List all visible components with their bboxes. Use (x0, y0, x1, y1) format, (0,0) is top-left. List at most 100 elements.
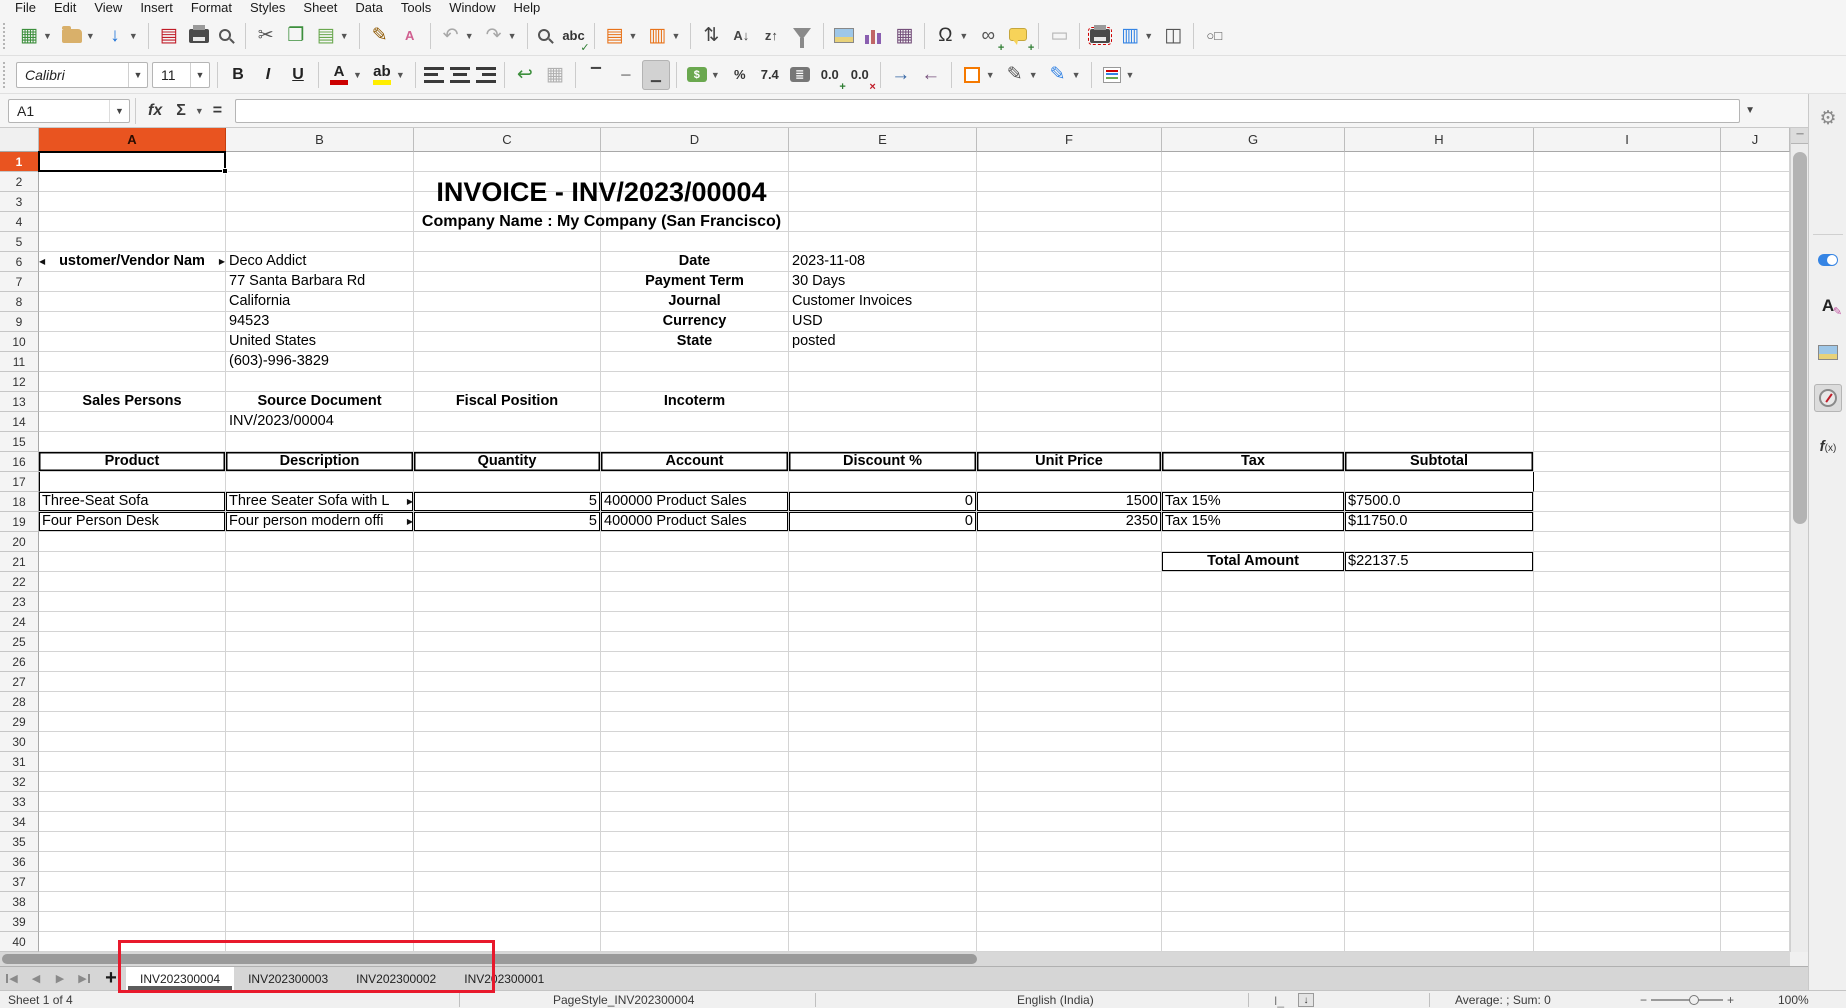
cell-I35[interactable] (1534, 832, 1721, 852)
cell-A30[interactable] (39, 732, 226, 752)
zoom-in-button[interactable]: + (1727, 993, 1734, 1007)
cell-J22[interactable] (1721, 572, 1790, 592)
cell-H37[interactable] (1345, 872, 1534, 892)
cell-B32[interactable] (226, 772, 414, 792)
cell-B1[interactable] (226, 152, 414, 172)
cell-E37[interactable] (789, 872, 977, 892)
cell-A13[interactable]: Sales Persons (39, 392, 226, 412)
cell-H8[interactable] (1345, 292, 1534, 312)
print-button[interactable] (185, 21, 213, 51)
cell-H25[interactable] (1345, 632, 1534, 652)
cell-F38[interactable] (977, 892, 1162, 912)
cell-G34[interactable] (1162, 812, 1345, 832)
insert-rows-dropdown[interactable]: ▼ (627, 31, 640, 41)
row-header-35[interactable]: 35 (0, 832, 39, 852)
expand-formula-bar[interactable]: ▼ (1745, 105, 1755, 116)
cell-E25[interactable] (789, 632, 977, 652)
row-header-31[interactable]: 31 (0, 752, 39, 772)
cell-H4[interactable] (1345, 212, 1534, 232)
cell-H32[interactable] (1345, 772, 1534, 792)
cell-I9[interactable] (1534, 312, 1721, 332)
cell-C20[interactable] (414, 532, 601, 552)
insert-rows-button[interactable]: ▤▼ (601, 21, 642, 51)
cell-D2[interactable] (601, 172, 789, 192)
row-header-11[interactable]: 11 (0, 352, 39, 372)
cell-I17[interactable] (1534, 472, 1721, 492)
cut-button[interactable]: ✂ (252, 21, 280, 51)
cell-G20[interactable] (1162, 532, 1345, 552)
row-header-36[interactable]: 36 (0, 852, 39, 872)
row-header-6[interactable]: 6 (0, 252, 39, 272)
sheet-tab-INV202300001[interactable]: INV202300001 (450, 967, 558, 990)
document-modified-icon[interactable]: ↓ (1298, 993, 1314, 1007)
cell-H33[interactable] (1345, 792, 1534, 812)
cell-C23[interactable] (414, 592, 601, 612)
cell-B31[interactable] (226, 752, 414, 772)
cell-C10[interactable] (414, 332, 601, 352)
cell-B4[interactable] (226, 212, 414, 232)
cell-F4[interactable] (977, 212, 1162, 232)
cell-B37[interactable] (226, 872, 414, 892)
cell-G5[interactable] (1162, 232, 1345, 252)
cell-E4[interactable] (789, 212, 977, 232)
cell-G37[interactable] (1162, 872, 1345, 892)
row-header-37[interactable]: 37 (0, 872, 39, 892)
cell-J35[interactable] (1721, 832, 1790, 852)
row-header-4[interactable]: 4 (0, 212, 39, 232)
row-header-21[interactable]: 21 (0, 552, 39, 572)
cell-C27[interactable] (414, 672, 601, 692)
cell-E10[interactable]: posted (789, 332, 977, 352)
row-header-13[interactable]: 13 (0, 392, 39, 412)
new-document-dropdown[interactable]: ▼ (41, 31, 54, 41)
menu-styles[interactable]: Styles (241, 0, 294, 16)
cell-A3[interactable] (39, 192, 226, 212)
cell-A28[interactable] (39, 692, 226, 712)
cell-E40[interactable] (789, 932, 977, 952)
sidebar-properties-button[interactable] (1814, 246, 1842, 274)
cell-J29[interactable] (1721, 712, 1790, 732)
menu-sheet[interactable]: Sheet (294, 0, 346, 16)
cell-F16[interactable]: Unit Price (977, 452, 1162, 472)
cell-I15[interactable] (1534, 432, 1721, 452)
cell-I24[interactable] (1534, 612, 1721, 632)
cell-H22[interactable] (1345, 572, 1534, 592)
cell-C35[interactable] (414, 832, 601, 852)
cell-A2[interactable] (39, 172, 226, 192)
highlighting-color-dropdown[interactable]: ▼ (394, 70, 407, 80)
cell-B20[interactable] (226, 532, 414, 552)
cell-J40[interactable] (1721, 932, 1790, 952)
cell-I22[interactable] (1534, 572, 1721, 592)
cell-C21[interactable] (414, 552, 601, 572)
cell-C32[interactable] (414, 772, 601, 792)
row-header-33[interactable]: 33 (0, 792, 39, 812)
cell-J5[interactable] (1721, 232, 1790, 252)
row-header-16[interactable]: 16 (0, 452, 39, 472)
cell-E17[interactable] (789, 472, 977, 492)
cell-J7[interactable] (1721, 272, 1790, 292)
row-header-24[interactable]: 24 (0, 612, 39, 632)
cell-A12[interactable] (39, 372, 226, 392)
toolbar-grip[interactable] (3, 62, 10, 88)
cell-G23[interactable] (1162, 592, 1345, 612)
cell-D12[interactable] (601, 372, 789, 392)
cell-I10[interactable] (1534, 332, 1721, 352)
row-header-14[interactable]: 14 (0, 412, 39, 432)
freeze-rows-and-columns-dropdown[interactable]: ▼ (1142, 31, 1155, 41)
cell-H23[interactable] (1345, 592, 1534, 612)
selection-stats[interactable]: Average: ; Sum: 0 (1455, 993, 1551, 1007)
cell-A39[interactable] (39, 912, 226, 932)
cell-E33[interactable] (789, 792, 977, 812)
column-header-D[interactable]: D (601, 128, 789, 152)
paste-dropdown[interactable]: ▼ (338, 31, 351, 41)
column-header-C[interactable]: C (414, 128, 601, 152)
column-header-B[interactable]: B (226, 128, 414, 152)
format-as-currency-button[interactable]: $▼ (683, 60, 724, 90)
cell-J25[interactable] (1721, 632, 1790, 652)
autofilter-button[interactable] (787, 21, 817, 51)
cell-D28[interactable] (601, 692, 789, 712)
cell-F15[interactable] (977, 432, 1162, 452)
column-header-E[interactable]: E (789, 128, 977, 152)
cell-J39[interactable] (1721, 912, 1790, 932)
cell-H11[interactable] (1345, 352, 1534, 372)
cell-I30[interactable] (1534, 732, 1721, 752)
